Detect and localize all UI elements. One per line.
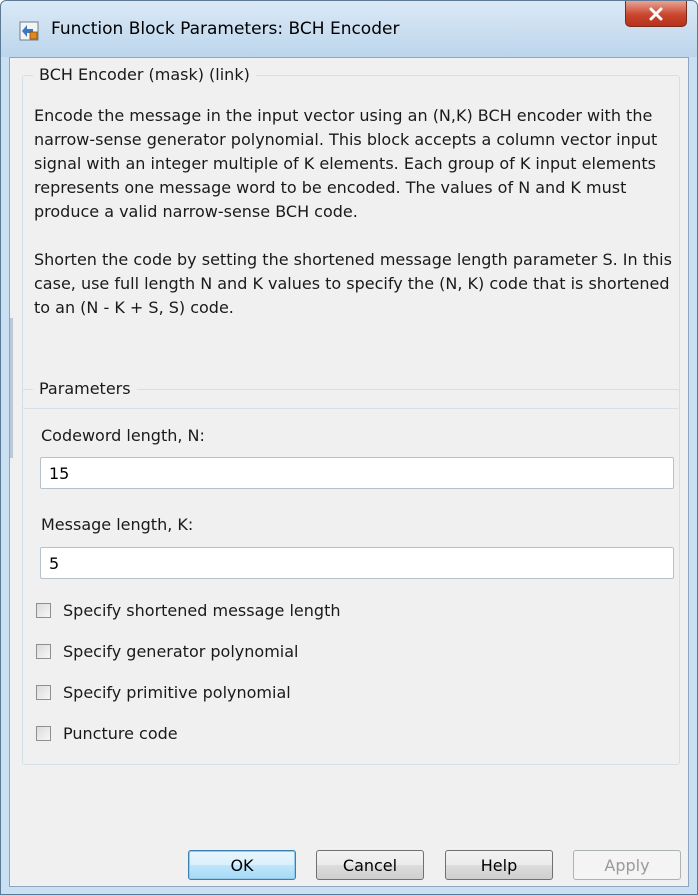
shortened-message-length-label: Specify shortened message length — [63, 600, 341, 620]
parameters-group-title: Parameters — [33, 379, 137, 398]
dialog-window: Function Block Parameters: BCH Encoder B… — [0, 0, 698, 895]
close-button[interactable] — [625, 1, 687, 27]
message-length-label: Message length, K: — [41, 515, 194, 534]
simulink-block-icon — [19, 21, 39, 41]
puncture-code-option[interactable]: Puncture code — [36, 722, 178, 744]
title-bar[interactable]: Function Block Parameters: BCH Encoder — [1, 1, 697, 57]
primitive-polynomial-checkbox[interactable] — [36, 684, 51, 700]
description-text: Encode the message in the input vector u… — [34, 104, 684, 320]
generator-polynomial-option[interactable]: Specify generator polynomial — [36, 640, 298, 662]
shortened-message-length-checkbox[interactable] — [36, 602, 51, 618]
cancel-button[interactable]: Cancel — [316, 850, 424, 880]
description-paragraph-1: Encode the message in the input vector u… — [34, 106, 658, 221]
window-title: Function Block Parameters: BCH Encoder — [51, 19, 400, 39]
generator-polynomial-checkbox[interactable] — [36, 643, 51, 659]
puncture-code-checkbox[interactable] — [36, 725, 51, 741]
primitive-polynomial-label: Specify primitive polynomial — [63, 682, 291, 702]
primitive-polynomial-option[interactable]: Specify primitive polynomial — [36, 681, 291, 703]
description-paragraph-2: Shorten the code by setting the shortene… — [34, 250, 672, 317]
generator-polynomial-label: Specify generator polynomial — [63, 641, 299, 661]
codeword-length-input[interactable] — [40, 457, 674, 489]
parameters-group: Parameters Codeword length, N: Message l… — [22, 379, 680, 765]
codeword-length-label: Codeword length, N: — [41, 426, 205, 445]
description-group-title: BCH Encoder (mask) (link) — [33, 65, 256, 84]
message-length-input[interactable] — [40, 547, 674, 579]
dialog-client-area: BCH Encoder (mask) (link) Encode the mes… — [9, 57, 689, 887]
help-button[interactable]: Help — [445, 850, 553, 880]
close-icon — [649, 7, 663, 20]
shortened-message-length-option[interactable]: Specify shortened message length — [36, 599, 340, 621]
ok-button[interactable]: OK — [188, 850, 296, 880]
puncture-code-label: Puncture code — [63, 723, 178, 743]
edge-shadow — [10, 318, 13, 458]
description-group: BCH Encoder (mask) (link) Encode the mes… — [22, 65, 680, 409]
apply-button[interactable]: Apply — [573, 850, 681, 880]
